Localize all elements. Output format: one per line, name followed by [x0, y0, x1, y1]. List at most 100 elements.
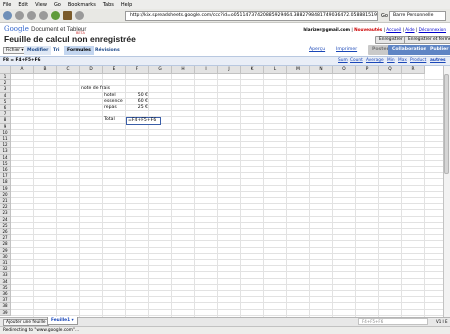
column-header-f[interactable]: F [126, 66, 149, 74]
add-sheet-button[interactable]: Ajouter une feuille [3, 319, 49, 326]
column-header-q[interactable]: Q [379, 66, 402, 74]
link-aide[interactable]: Aide [405, 27, 414, 32]
column-header-k[interactable]: K [241, 66, 264, 74]
grid-hline [11, 178, 443, 180]
grid-hline [11, 246, 443, 248]
apercu-link[interactable]: Aperçu [309, 47, 325, 52]
url-bar[interactable]: http://kix.spreadsheets.google.com/ccc?i… [125, 11, 378, 21]
column-header-e[interactable]: E [103, 66, 126, 74]
summary-box: F4+F5+F6 [358, 318, 428, 325]
menu-help[interactable]: Help [121, 2, 132, 8]
menu-go[interactable]: Go [54, 2, 61, 8]
status-text: Redirecting to "www.google.com"... [3, 328, 80, 333]
column-header-l[interactable]: L [264, 66, 287, 74]
column-header-p[interactable]: P [356, 66, 379, 74]
column-header-g[interactable]: G [149, 66, 172, 74]
history-icon[interactable] [75, 11, 84, 20]
tab-collaboration[interactable]: Collaboration [388, 45, 431, 55]
google-docs-logo[interactable]: Google Document et Tableur [4, 25, 86, 33]
cell-e8[interactable]: Total [104, 117, 125, 123]
zoom-indicator: V1 I E [436, 319, 448, 324]
menu-bookmarks[interactable]: Bookmarks [68, 2, 96, 8]
column-header-i[interactable]: I [195, 66, 218, 74]
grid-hline [11, 197, 443, 198]
spreadsheet-grid[interactable]: A B C D E F G H I J K L M N O P Q R 1 2 3 4 5 6 7 8 9 10 11 12 13 14 15 1… [0, 66, 443, 317]
tab-revisions[interactable]: Révisions [92, 46, 123, 55]
back-icon[interactable] [3, 11, 12, 20]
grid-hline [11, 314, 443, 316]
cell-f5[interactable]: 60 € [127, 99, 148, 105]
link-nouveautes[interactable]: Nouveautés [354, 27, 382, 32]
tab-tri[interactable]: Tri [50, 46, 62, 55]
column-header-d[interactable]: D [80, 66, 103, 74]
row-header-39[interactable]: 39 [0, 309, 11, 316]
logo-text: Google [4, 25, 29, 33]
cell-e4[interactable]: hotel [104, 93, 125, 99]
link-deconnexion[interactable]: Déconnexion [419, 27, 446, 32]
user-email: hlarizer@gmail.com [303, 27, 350, 32]
home-icon[interactable] [51, 11, 60, 20]
grid-hline [11, 290, 443, 291]
imprimer-link[interactable]: Imprimer [336, 47, 357, 52]
column-header-c[interactable]: C [57, 66, 80, 74]
sheet-tab-label: Feuille1 [51, 318, 71, 323]
column-header-m[interactable]: M [287, 66, 310, 74]
grid-hline [11, 135, 443, 136]
bookmark-icon[interactable] [63, 11, 72, 20]
grid-hline [11, 234, 443, 236]
fn-product[interactable]: Product [410, 58, 426, 63]
column-header-o[interactable]: O [333, 66, 356, 74]
menu-view[interactable]: View [35, 2, 47, 8]
grid-hline [11, 252, 443, 254]
grid-hline [11, 190, 443, 192]
cell-e5[interactable]: essence [104, 99, 125, 105]
grid-hline [11, 85, 443, 87]
menu-tabs[interactable]: Tabs [103, 2, 114, 8]
menu-file[interactable]: File [3, 2, 11, 8]
fn-average[interactable]: Average [366, 58, 384, 63]
tab-formules[interactable]: Formules [64, 46, 94, 55]
grid-hline [11, 296, 443, 298]
column-header-h[interactable]: H [172, 66, 195, 74]
fn-autres[interactable]: autres [430, 58, 446, 63]
grid-hline [11, 271, 443, 273]
cell-f6[interactable]: 25 € [127, 105, 148, 111]
sheet-tab-feuille1[interactable]: Feuille1 ▾ [47, 317, 78, 325]
fn-sum[interactable]: Sum [338, 58, 348, 63]
tab-publier[interactable]: Publier [426, 45, 450, 55]
grid-hline [11, 166, 443, 167]
grid-hline [11, 184, 443, 186]
grid-corner[interactable] [0, 66, 11, 74]
cell-f4[interactable]: 50 € [127, 93, 148, 99]
grid-hline [11, 259, 443, 260]
save-close-button[interactable]: Enregistrer et fermer [404, 36, 450, 44]
column-header-a[interactable]: A [11, 66, 34, 74]
column-header-r[interactable]: R [402, 66, 425, 74]
reload-icon[interactable] [39, 11, 48, 20]
apercu-label: Aperçu [309, 47, 326, 52]
go-button[interactable]: Go [381, 13, 388, 19]
cell-e6[interactable]: repas [104, 105, 125, 111]
column-header-b[interactable]: B [34, 66, 57, 74]
link-accueil[interactable]: Accueil [386, 27, 401, 32]
scrollbar-thumb[interactable] [444, 74, 449, 174]
active-cell-f8[interactable]: =F4+F5+F6 [126, 117, 161, 125]
search-input[interactable]: Barre Personnelle [389, 11, 446, 21]
menu-edit[interactable]: Edit [18, 2, 28, 8]
forward-icon[interactable] [15, 11, 24, 20]
column-header-j[interactable]: J [218, 66, 241, 74]
tab-modifier[interactable]: Modifier [24, 46, 52, 55]
grid-hline [11, 153, 443, 155]
fn-max[interactable]: Max [398, 58, 407, 63]
stop-icon[interactable] [27, 11, 36, 20]
fn-min[interactable]: Min [387, 58, 395, 63]
grid-hline [11, 141, 443, 143]
document-title[interactable]: Feuille de calcul non enregistrée [4, 34, 136, 44]
cell-d3[interactable]: note de frais [81, 86, 110, 92]
fn-count[interactable]: Count [350, 58, 363, 63]
column-header-n[interactable]: N [310, 66, 333, 74]
save-button[interactable]: Enregistrer [375, 36, 407, 44]
grid-hline [11, 104, 443, 105]
browser-menubar: File Edit View Go Bookmarks Tabs Help [0, 0, 450, 9]
grid-hline [11, 91, 443, 93]
